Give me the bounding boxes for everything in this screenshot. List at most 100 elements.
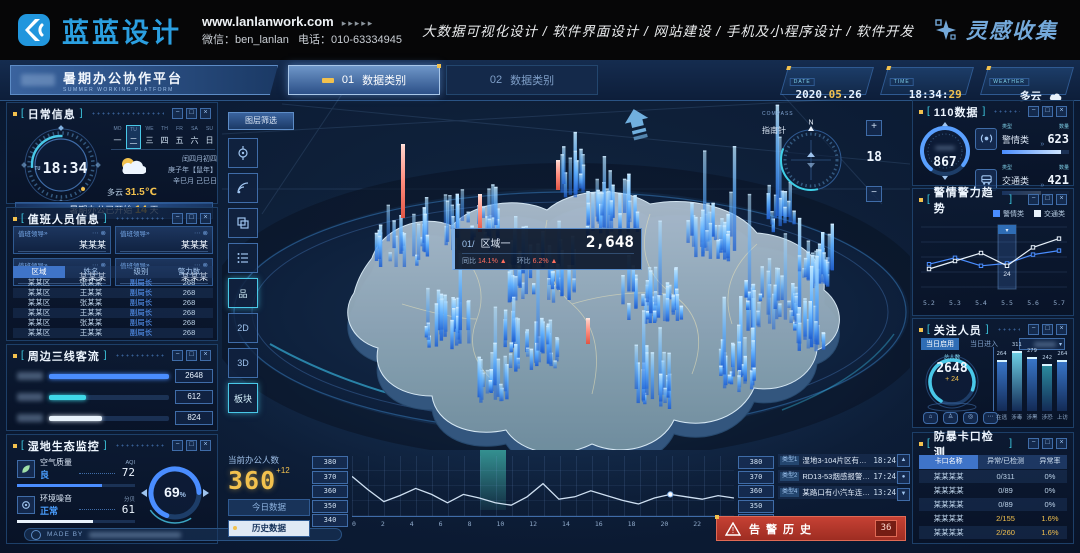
brand-logo-text: 蓝蓝设计: [62, 11, 182, 50]
table-row[interactable]: 某某区张某某副局长268: [13, 318, 213, 328]
tab-data-category-02[interactable]: 02数据类别: [446, 65, 598, 95]
layer-tool-location[interactable]: [228, 138, 258, 168]
trend-line-chart[interactable]: ▾24: [921, 221, 1067, 297]
layer-tool-2D[interactable]: 2D: [228, 313, 258, 343]
more-icon[interactable]: ⋯: [194, 229, 201, 237]
table-row[interactable]: 某某区张某某副局长268: [13, 278, 213, 288]
focus-bar-chart[interactable]: 264在逃311涉毒279涉黑242涉恐264上访: [993, 347, 1070, 411]
layer-tool-3D[interactable]: 3D: [228, 348, 258, 378]
more-icon[interactable]: ⋯: [92, 229, 99, 237]
title-leader: [91, 112, 164, 115]
scroll-down-icon[interactable]: ▼: [897, 488, 910, 501]
flow-track: [49, 374, 169, 379]
compass-dial[interactable]: N: [772, 118, 850, 196]
panel-close-icon[interactable]: ×: [1056, 324, 1067, 335]
panel-close-icon[interactable]: ×: [1056, 106, 1067, 117]
layer-tool-品[interactable]: 品: [228, 278, 258, 308]
panel-maximize-icon[interactable]: □: [1042, 324, 1053, 335]
checkpoint-row[interactable]: 某某某某0/890%: [919, 484, 1067, 497]
cell: 268: [165, 328, 213, 338]
panel-minimize-icon[interactable]: −: [172, 108, 183, 119]
call-type-name: 警情类: [1002, 135, 1029, 145]
alarm-history-button[interactable]: ! 告警历史 36: [716, 516, 906, 541]
home-icon[interactable]: ⌂: [923, 412, 938, 424]
focus-bar-value: 264: [993, 351, 1011, 357]
alert-row[interactable]: 类型1湿地3-104片区有不明人员闯入18:24: [778, 454, 898, 467]
map-zoom-out-button[interactable]: −: [866, 186, 882, 202]
checkpoint-row[interactable]: 某某某某2/1551.6%: [919, 512, 1067, 525]
scroll-up-icon[interactable]: ▲: [897, 454, 910, 467]
checkpoint-rate: 1.6%: [1033, 526, 1067, 539]
panel-maximize-icon[interactable]: □: [186, 213, 197, 224]
redacted-flow-label: [17, 393, 43, 401]
duty-leader-card[interactable]: 值班领导 »⋯⊗某某某: [13, 226, 111, 254]
chevron-icon: »: [44, 230, 48, 237]
person-icon[interactable]: ♙: [943, 412, 958, 424]
checkpoint-row[interactable]: 某某某某2/2601.6%: [919, 526, 1067, 539]
alert-scrollbar[interactable]: ▲ ● ▼: [897, 454, 910, 501]
panel-close-icon[interactable]: ×: [200, 440, 211, 451]
panel-minimize-icon[interactable]: −: [172, 350, 183, 361]
panel-close-icon[interactable]: ×: [200, 213, 211, 224]
panel-controls: −□×: [172, 108, 211, 119]
scroll-thumb-icon[interactable]: ●: [897, 471, 910, 484]
table-row[interactable]: 某某区王某某副局长268: [13, 308, 213, 318]
panel-minimize-icon[interactable]: −: [172, 440, 183, 451]
panel-maximize-icon[interactable]: □: [1042, 194, 1053, 205]
checkpoint-row[interactable]: 某某某某0/890%: [919, 498, 1067, 511]
layer-tool-layers[interactable]: [228, 208, 258, 238]
focus-tab[interactable]: 当日启用: [921, 338, 959, 350]
panel-close-icon[interactable]: ×: [200, 350, 211, 361]
checkpoint-row[interactable]: 某某某某0/3110%: [919, 470, 1067, 483]
table-row[interactable]: 某某区王某某副局长268: [13, 328, 213, 338]
close-icon[interactable]: ⊗: [203, 229, 208, 237]
tab-data-category-01[interactable]: 01数据类别: [288, 65, 440, 95]
y-tick: 350: [738, 500, 774, 513]
panel-close-icon[interactable]: ×: [200, 108, 211, 119]
panel-minimize-icon[interactable]: −: [172, 213, 183, 224]
cell: 某某区: [13, 318, 65, 328]
panel-minimize-icon[interactable]: −: [1028, 194, 1039, 205]
panel-close-icon[interactable]: ×: [1056, 438, 1067, 449]
alert-row[interactable]: 类型2RD13-53烟感报警疑似火灾17:24: [778, 470, 898, 483]
alert-time: 13:24: [873, 488, 896, 497]
history-data-button[interactable]: 历史数据: [228, 520, 310, 537]
alert-row[interactable]: 类型4某路口有小汽车连闯三个红灯13:24: [778, 486, 898, 499]
focus-bar-value: 264: [1053, 351, 1071, 357]
panel-maximize-icon[interactable]: □: [186, 108, 197, 119]
office-line-chart[interactable]: [352, 456, 734, 517]
inspiration-collect[interactable]: 灵感收集: [934, 15, 1064, 45]
panel-minimize-icon[interactable]: −: [1028, 106, 1039, 117]
alert-time: 18:24: [873, 456, 896, 465]
checkpoint-ratio: 0/89: [978, 484, 1033, 497]
panel-maximize-icon[interactable]: □: [1042, 438, 1053, 449]
layer-tool-signal[interactable]: [228, 173, 258, 203]
table-row[interactable]: 某某区张某某副局长268: [13, 298, 213, 308]
panel-maximize-icon[interactable]: □: [186, 350, 197, 361]
today-data-button[interactable]: 今日数据: [228, 499, 310, 516]
map-zoom-in-button[interactable]: +: [866, 120, 882, 136]
target-icon[interactable]: ◎: [963, 412, 978, 424]
layer-tool-list[interactable]: [228, 243, 258, 273]
redacted-title-prefix: [21, 74, 55, 86]
panel-close-icon[interactable]: ×: [1056, 194, 1067, 205]
noise-icon: [17, 496, 35, 514]
cell: 某某区: [13, 278, 65, 288]
office-count-label: 当前办公人数: [228, 454, 310, 466]
y-tick: 340: [312, 514, 348, 527]
panel-maximize-icon[interactable]: □: [1042, 106, 1053, 117]
panel-minimize-icon[interactable]: −: [1028, 438, 1039, 449]
panel-minimize-icon[interactable]: −: [1028, 324, 1039, 335]
flow-value: 612: [175, 390, 213, 404]
duty-leader-card[interactable]: 值班领导 »⋯⊗某某某: [115, 226, 213, 254]
total-gauge-value: 867: [917, 155, 973, 170]
panel-maximize-icon[interactable]: □: [186, 440, 197, 451]
website-link[interactable]: www.lanlanwork.com: [202, 14, 334, 29]
close-icon[interactable]: ⊗: [101, 229, 106, 237]
divider: [111, 149, 215, 150]
cell: 张某某: [65, 318, 117, 328]
count-label: 数量: [1047, 164, 1069, 171]
table-row[interactable]: 某某区王某某副局长268: [13, 288, 213, 298]
layer-tool-板块[interactable]: 板块: [228, 383, 258, 413]
layer-filter-toolbar: 图层筛选 品2D3D板块: [228, 112, 266, 418]
